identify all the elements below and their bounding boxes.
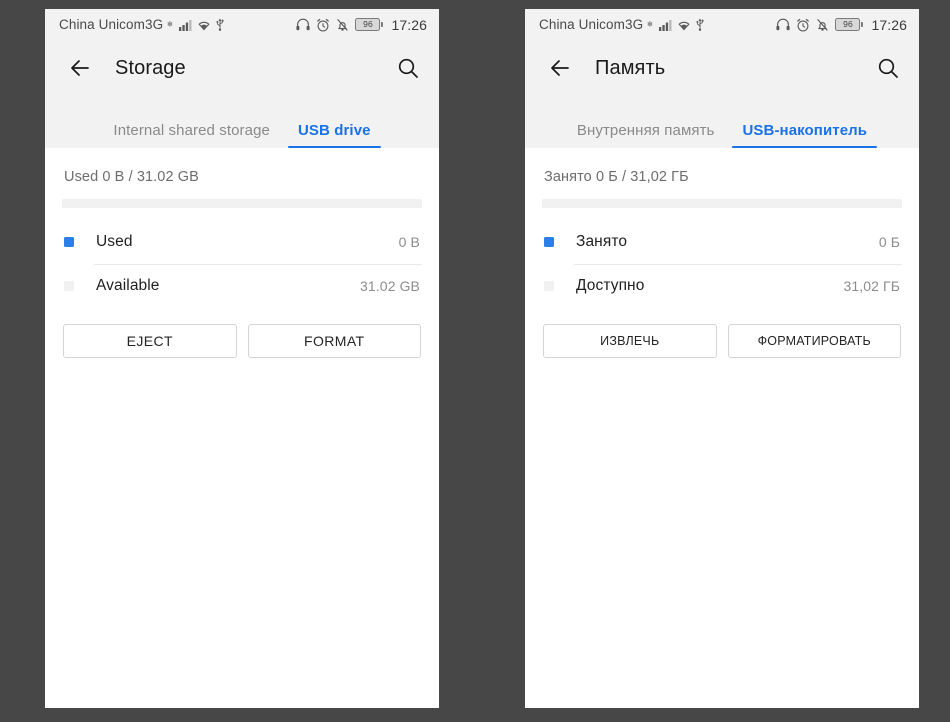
svg-text:✻: ✻ — [167, 21, 173, 29]
search-button[interactable] — [391, 51, 425, 85]
battery-indicator: 96 — [355, 18, 384, 31]
action-button-row: ИЗВЛЕЧЬ ФОРМАТИРОВАТЬ — [542, 324, 902, 358]
carrier-label: China Unicom3G — [539, 17, 644, 32]
row-value: 0 Б — [878, 234, 900, 250]
status-bar: China Unicom3G ✻ 96 17:26 — [45, 9, 439, 40]
top-chrome: China Unicom3G ✻ — [45, 9, 439, 148]
eject-button[interactable]: EJECT — [63, 324, 237, 358]
app-bar: Storage — [45, 40, 439, 96]
app-bar: Память — [525, 40, 919, 96]
storage-content: Used 0 B / 31.02 GB Used 0 B Available 3… — [45, 148, 439, 358]
row-value: 31.02 GB — [360, 278, 420, 294]
status-bar: China Unicom3G ✻ 96 17:26 — [525, 9, 919, 40]
signal-bars-icon — [179, 19, 193, 31]
search-icon — [398, 58, 418, 78]
list-item[interactable]: Занято 0 Б — [542, 220, 902, 264]
back-arrow-icon — [551, 60, 569, 76]
tab-internal-shared-storage[interactable]: Внутренняя память — [563, 122, 729, 148]
used-color-swatch — [544, 237, 554, 247]
eject-button[interactable]: ИЗВЛЕЧЬ — [543, 324, 717, 358]
storage-summary-label: Used 0 B / 31.02 GB — [64, 169, 199, 185]
headphones-icon — [296, 18, 311, 31]
battery-indicator: 96 — [835, 18, 864, 31]
list-item[interactable]: Used 0 B — [62, 220, 422, 264]
roaming-asterisk-icon: ✻ — [167, 21, 175, 29]
back-button[interactable] — [63, 51, 97, 85]
search-icon — [878, 58, 898, 78]
svg-text:✻: ✻ — [647, 21, 653, 29]
back-arrow-icon — [71, 60, 89, 76]
usb-icon — [215, 18, 225, 31]
alarm-clock-icon — [316, 18, 330, 32]
status-bar-right: 96 17:26 — [296, 17, 427, 33]
list-item[interactable]: Available 31.02 GB — [62, 264, 422, 308]
storage-content: Занято 0 Б / 31,02 ГБ Занято 0 Б Доступн… — [525, 148, 919, 358]
clock-label: 17:26 — [391, 16, 427, 33]
screenshot-root: { "colors": { "accent": "#1b72e8", "used… — [0, 0, 950, 722]
row-label: Доступно — [576, 277, 645, 294]
storage-progress-bar — [62, 199, 422, 208]
phone-panel-russian: China Unicom3G ✻ 96 17:26 Память Внутрен… — [525, 9, 919, 708]
back-button[interactable] — [543, 51, 577, 85]
list-item[interactable]: Доступно 31,02 ГБ — [542, 264, 902, 308]
status-bar-left: China Unicom3G ✻ — [59, 17, 296, 32]
tab-usb-drive[interactable]: USB-накопитель — [728, 122, 881, 148]
notifications-off-icon — [816, 18, 829, 32]
status-bar-right: 96 17:26 — [776, 17, 907, 33]
wifi-icon — [677, 19, 691, 31]
used-color-swatch — [64, 237, 74, 247]
row-value: 0 B — [398, 234, 420, 250]
storage-summary-label: Занято 0 Б / 31,02 ГБ — [544, 169, 689, 185]
available-color-swatch — [64, 281, 74, 291]
signal-bars-icon — [659, 19, 673, 31]
usb-icon — [695, 18, 705, 31]
tab-usb-drive[interactable]: USB drive — [284, 122, 385, 148]
row-label: Available — [96, 277, 160, 294]
action-button-row: EJECT FORMAT — [62, 324, 422, 358]
storage-breakdown-list: Used 0 B Available 31.02 GB — [62, 220, 422, 308]
format-button[interactable]: FORMAT — [247, 324, 421, 358]
headphones-icon — [776, 18, 791, 31]
storage-progress-bar — [542, 199, 902, 208]
tab-bar: Internal shared storage USB drive — [45, 96, 439, 148]
row-value: 31,02 ГБ — [843, 278, 900, 294]
tab-bar: Внутренняя память USB-накопитель — [525, 96, 919, 148]
storage-breakdown-list: Занято 0 Б Доступно 31,02 ГБ — [542, 220, 902, 308]
roaming-asterisk-icon: ✻ — [647, 21, 655, 29]
battery-level-label: 96 — [843, 19, 853, 30]
format-button[interactable]: ФОРМАТИРОВАТЬ — [727, 324, 901, 358]
row-label: Used — [96, 233, 133, 250]
search-button[interactable] — [871, 51, 905, 85]
page-title: Память — [595, 56, 666, 79]
clock-label: 17:26 — [871, 16, 907, 33]
row-label: Занято — [576, 233, 628, 250]
carrier-label: China Unicom3G — [59, 17, 164, 32]
battery-level-label: 96 — [363, 19, 373, 30]
available-color-swatch — [544, 281, 554, 291]
status-bar-left: China Unicom3G ✻ — [539, 17, 776, 32]
alarm-clock-icon — [796, 18, 810, 32]
notifications-off-icon — [336, 18, 349, 32]
page-title: Storage — [115, 56, 186, 79]
top-chrome: China Unicom3G ✻ — [525, 9, 919, 148]
wifi-icon — [197, 19, 211, 31]
tab-internal-shared-storage[interactable]: Internal shared storage — [99, 122, 284, 148]
phone-panel-english: China Unicom3G ✻ 96 17:26 Storage Intern… — [45, 9, 439, 708]
